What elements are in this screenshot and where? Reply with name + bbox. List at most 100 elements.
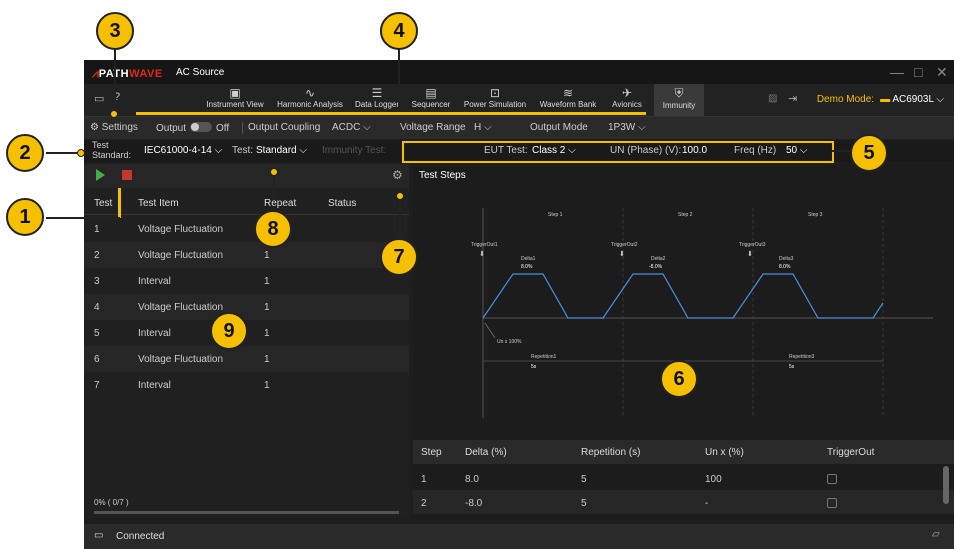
cell-test: 5 bbox=[94, 328, 100, 339]
cell-step: 2 bbox=[421, 498, 427, 509]
play-icon[interactable] bbox=[96, 169, 105, 181]
ribbon-label: Power Simulation bbox=[463, 100, 527, 109]
cell-repeat: 1 bbox=[264, 302, 270, 313]
gear-icon[interactable]: ⚙ bbox=[392, 168, 403, 182]
scrollbar[interactable] bbox=[943, 466, 949, 504]
step-label: Step 2 bbox=[678, 212, 693, 218]
test-value: Standard bbox=[256, 145, 297, 156]
callout-line-4 bbox=[398, 48, 400, 112]
test-standard-label: Test Standard: bbox=[92, 140, 131, 160]
output-mode-select[interactable]: 1P3W ⌵ bbox=[608, 122, 646, 133]
waveform-line bbox=[482, 273, 884, 319]
demo-mode[interactable]: Demo Mode: ▬ AC6903L ⌵ bbox=[817, 94, 944, 105]
ribbon-label: Avionics bbox=[612, 100, 642, 109]
ribbon-immunity[interactable]: ⛨ Immunity bbox=[654, 84, 704, 116]
output-coupling-select[interactable]: ACDC ⌵ bbox=[332, 122, 371, 133]
repetition-label: Repetition1 bbox=[531, 354, 557, 360]
callout-line-3 bbox=[114, 48, 116, 112]
highlight-dot-2 bbox=[77, 149, 85, 157]
sequencer-icon: ▤ bbox=[425, 86, 437, 100]
trigger-label: TriggerOut3 bbox=[739, 242, 766, 248]
table-row[interactable]: 3 Interval 1 bbox=[84, 268, 409, 294]
table-row[interactable]: 7 Interval 1 bbox=[84, 372, 409, 398]
test-steps-title: Test Steps bbox=[419, 170, 466, 181]
callout-badge: 2 bbox=[6, 134, 44, 172]
avionics-icon: ✈ bbox=[621, 86, 633, 100]
test-select[interactable]: Standard ⌵ bbox=[256, 145, 307, 156]
immunity-icon: ⛨ bbox=[674, 86, 684, 100]
callout-badge: 3 bbox=[96, 12, 134, 50]
highlight-line-1 bbox=[118, 188, 121, 218]
folder-icon[interactable]: ▭ bbox=[94, 92, 104, 105]
output-toggle[interactable]: Output Off bbox=[156, 122, 229, 134]
column-header: Un x (%) bbox=[705, 447, 744, 458]
table-row[interactable]: 6 Voltage Fluctuation 1 bbox=[84, 346, 409, 372]
test-standard-select[interactable]: IEC61000-4-14 ⌵ bbox=[144, 145, 222, 156]
column-header: Repetition (s) bbox=[581, 447, 641, 458]
column-header: TriggerOut bbox=[827, 447, 875, 458]
close-icon[interactable]: ✕ bbox=[936, 64, 948, 81]
trigger-label: TriggerOut1 bbox=[471, 242, 498, 248]
column-header: Step bbox=[421, 447, 442, 458]
device-icon: ▬ bbox=[880, 94, 891, 105]
output-state: Off bbox=[216, 123, 230, 134]
screenshot-icon[interactable]: ▨ bbox=[768, 93, 777, 104]
harmonic-analysis-icon: ∿ bbox=[304, 86, 316, 100]
repetition-value: 5s bbox=[789, 364, 795, 370]
step-label: Step 3 bbox=[808, 212, 823, 218]
column-header: Delta (%) bbox=[465, 447, 507, 458]
output-label: Output bbox=[156, 123, 187, 134]
table-row[interactable]: 2 -8.0 5 - bbox=[413, 490, 954, 514]
divider bbox=[242, 122, 243, 134]
trigger-label: TriggerOut2 bbox=[611, 242, 638, 248]
stop-icon[interactable] bbox=[122, 170, 132, 180]
cell-un[interactable]: 100 bbox=[705, 474, 722, 485]
cell-repetition[interactable]: 5 bbox=[581, 498, 587, 509]
minimize-icon[interactable]: — bbox=[890, 64, 904, 80]
table-row[interactable]: 1 8.0 5 100 bbox=[413, 466, 954, 490]
output-mode-label: Output Mode bbox=[530, 122, 588, 133]
table-row[interactable]: 1Voltage Fluctuation1 bbox=[84, 216, 409, 242]
brand-wave: WAVE bbox=[129, 68, 163, 80]
cell-delta[interactable]: 8.0 bbox=[465, 474, 479, 485]
device-selector[interactable]: ▬ AC6903L ⌵ bbox=[880, 94, 944, 105]
pathwave-logo: ⩘PATHWAVE bbox=[92, 66, 163, 81]
column-header: Repeat bbox=[264, 198, 297, 209]
export-icon[interactable]: ⇥ bbox=[788, 92, 797, 105]
callout-badge: 6 bbox=[660, 360, 698, 398]
cell-delta[interactable]: -8.0 bbox=[465, 498, 482, 509]
label-part: Test bbox=[92, 140, 109, 150]
callout-badge: 1 bbox=[6, 198, 44, 236]
cell-repeat: 1 bbox=[264, 250, 270, 261]
repetition-value: 5s bbox=[531, 364, 537, 370]
callout-line-7 bbox=[399, 196, 401, 238]
cell-item: Interval bbox=[138, 276, 171, 287]
progress-bar bbox=[94, 511, 399, 514]
trigger-checkbox[interactable] bbox=[827, 474, 837, 484]
un-pointer-line bbox=[484, 322, 496, 339]
trigger-checkbox[interactable] bbox=[827, 498, 837, 508]
un-label: Un x 100% bbox=[497, 339, 522, 345]
cell-repeat: 1 bbox=[264, 276, 270, 287]
voltage-range-select[interactable]: H ⌵ bbox=[474, 122, 492, 133]
label-part: Standard: bbox=[92, 150, 132, 160]
table-row[interactable]: 4 Voltage Fluctuation 1 bbox=[84, 294, 409, 320]
output-switch[interactable] bbox=[190, 122, 213, 132]
cell-test: 6 bbox=[94, 354, 100, 365]
maximize-icon[interactable]: □ bbox=[914, 64, 922, 80]
cell-repetition[interactable]: 5 bbox=[581, 474, 587, 485]
settings-button[interactable]: ⚙ Settings bbox=[90, 122, 138, 133]
chat-icon[interactable]: ▱ bbox=[932, 529, 940, 540]
cell-test: 7 bbox=[94, 380, 100, 391]
device-name: AC6903L bbox=[892, 94, 934, 105]
voltage-range-label: Voltage Range bbox=[400, 122, 466, 133]
ac-source-app: ⩘PATHWAVE AC Source — □ ✕ ▭ ? ▣Instrumen… bbox=[84, 60, 954, 549]
gear-icon: ⚙ bbox=[90, 122, 99, 133]
cell-item: Voltage Fluctuation bbox=[138, 224, 224, 235]
table-row[interactable]: 2 Voltage Fluctuation 1 bbox=[84, 242, 409, 268]
cell-un[interactable]: - bbox=[705, 498, 708, 509]
callout-line-2 bbox=[46, 152, 80, 154]
delta-value: 8.0% bbox=[779, 264, 791, 270]
trigger-arrow-icon: ⬇ bbox=[479, 250, 485, 258]
wave-logo-icon: ⩘ bbox=[92, 66, 99, 80]
